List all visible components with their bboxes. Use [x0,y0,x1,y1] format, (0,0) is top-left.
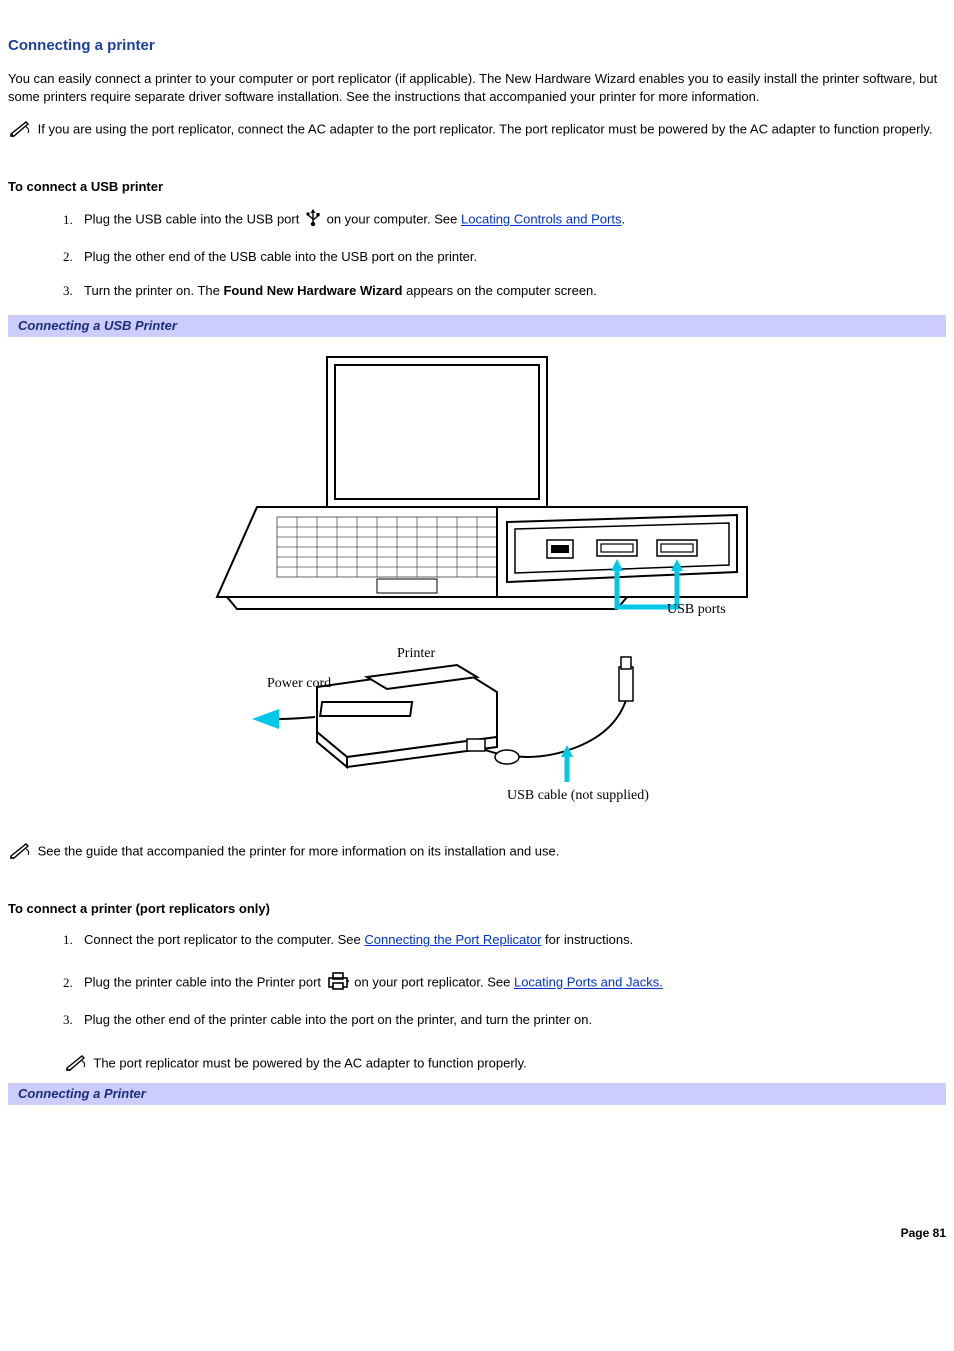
link-connecting-port-replicator[interactable]: Connecting the Port Replicator [364,932,541,947]
section-title: Connecting a printer [8,36,946,56]
port-step1-text-a: Connect the port replicator to the compu… [84,932,364,947]
port-step2-text-b: on your port replicator. See [354,975,514,990]
usb-step3-bold: Found New Hardware Wizard [223,283,402,298]
page-number: Page 81 [8,1225,946,1241]
note-text: If you are using the port replicator, co… [38,122,933,137]
label-power-cord: Power cord [267,676,331,691]
note-icon [8,119,32,142]
note-printer-guide: See the guide that accompanied the print… [8,841,946,864]
usb-steps-list: Plug the USB cable into the USB port on … [8,209,946,299]
usb-step3-text-a: Turn the printer on. The [84,283,223,298]
link-locating-controls-ports[interactable]: Locating Controls and Ports [461,212,621,227]
label-usb-cable: USB cable (not supplied) [507,788,649,803]
figure-usb-printer: USB ports Printer Power cord [8,347,946,812]
usb-step1-text-c: . [621,212,625,227]
port-step-3: Plug the other end of the printer cable … [76,1011,946,1029]
port-step1-text-b: for instructions. [541,932,633,947]
usb-icon [305,209,321,232]
note-text: The port replicator must be powered by t… [93,1056,526,1071]
printer-port-icon [327,971,349,996]
link-locating-ports-jacks[interactable]: Locating Ports and Jacks. [514,975,663,990]
usb-step3-text-b: appears on the computer screen. [403,283,597,298]
usb-step-2: Plug the other end of the USB cable into… [76,248,946,266]
label-usb-ports: USB ports [667,602,726,617]
port-step-1: Connect the port replicator to the compu… [76,931,946,949]
note-text: See the guide that accompanied the print… [38,844,560,859]
label-printer: Printer [397,646,435,661]
note-replicator-power: If you are using the port replicator, co… [8,119,946,142]
port-step-2: Plug the printer cable into the Printer … [76,971,946,996]
note-inner-replicator: The port replicator must be powered by t… [64,1053,946,1076]
usb-step1-text-b: on your computer. See [327,212,461,227]
note-icon [64,1053,88,1076]
port-steps-list: Connect the port replicator to the compu… [8,931,946,1029]
port-heading: To connect a printer (port replicators o… [8,900,946,918]
figure-caption-usb: Connecting a USB Printer [8,315,946,337]
intro-paragraph: You can easily connect a printer to your… [8,70,946,105]
usb-step1-text-a: Plug the USB cable into the USB port [84,212,303,227]
usb-step-3: Turn the printer on. The Found New Hardw… [76,282,946,300]
usb-step-1: Plug the USB cable into the USB port on … [76,209,946,232]
usb-heading: To connect a USB printer [8,178,946,196]
note-icon [8,841,32,864]
figure-caption-printer: Connecting a Printer [8,1083,946,1105]
port-step2-text-a: Plug the printer cable into the Printer … [84,975,325,990]
